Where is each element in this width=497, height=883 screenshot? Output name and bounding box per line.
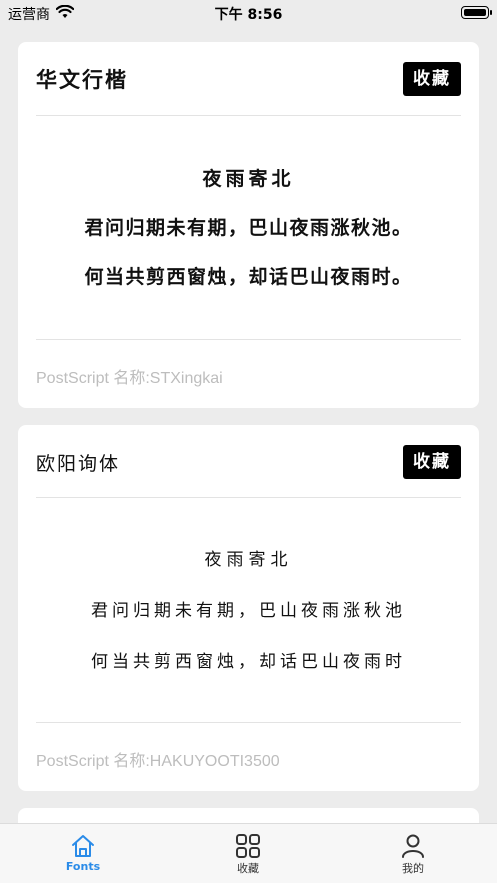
poem-line: 何当共剪西窗烛，却话巴山夜雨时 [91, 652, 406, 672]
postscript-name: PostScript 名称:STXingkai [36, 370, 223, 387]
battery-icon [461, 6, 492, 19]
font-card: 华文行楷 收藏 夜雨寄北 君问归期未有期，巴山夜雨涨秋池。 何当共剪西窗烛，却话… [18, 42, 479, 408]
card-header: 华文行楷 收藏 [36, 42, 461, 116]
font-name: 欧阳询体 [36, 453, 121, 475]
divider [36, 339, 461, 340]
font-card: 欧阳询体 收藏 夜雨寄北 君问归期未有期，巴山夜雨涨秋池 何当共剪西窗烛，却话巴… [18, 425, 479, 791]
font-name: 华文行楷 [36, 67, 128, 92]
status-time: 下午 8:56 [214, 7, 283, 23]
tab-bar: Fonts 收藏 我的 [0, 823, 497, 883]
person-icon [353, 834, 473, 858]
poem-preview: 夜雨寄北 君问归期未有期，巴山夜雨涨秋池。 何当共剪西窗烛，却话巴山夜雨时。 [18, 164, 479, 289]
poem-line: 何当共剪西窗烛，却话巴山夜雨时。 [84, 266, 413, 288]
poem-preview: 夜雨寄北 君问归期未有期，巴山夜雨涨秋池 何当共剪西窗烛，却话巴山夜雨时 [18, 545, 479, 672]
tab-profile[interactable]: 我的 [353, 824, 473, 883]
tab-favorites[interactable]: 收藏 [188, 824, 308, 883]
poem-title: 夜雨寄北 [204, 550, 293, 570]
favorite-button[interactable]: 收藏 [403, 62, 461, 96]
tab-label: 收藏 [237, 862, 259, 875]
grid-icon [188, 834, 308, 858]
card-header: 欧阳询体 收藏 [36, 425, 461, 498]
divider [36, 722, 461, 723]
home-icon [23, 834, 143, 858]
tab-label: Fonts [65, 860, 101, 873]
poem-line: 君问归期未有期，巴山夜雨涨秋池。 [84, 217, 413, 239]
poem-line: 君问归期未有期，巴山夜雨涨秋池 [91, 601, 406, 621]
favorite-button[interactable]: 收藏 [403, 445, 461, 479]
status-bar: 运营商 下午 8:56 [0, 0, 497, 26]
tab-fonts[interactable]: Fonts [23, 824, 143, 883]
poem-title: 夜雨寄北 [202, 168, 295, 190]
tab-label: 我的 [402, 862, 424, 875]
postscript-name: PostScript 名称:HAKUYOOTI3500 [36, 753, 280, 770]
